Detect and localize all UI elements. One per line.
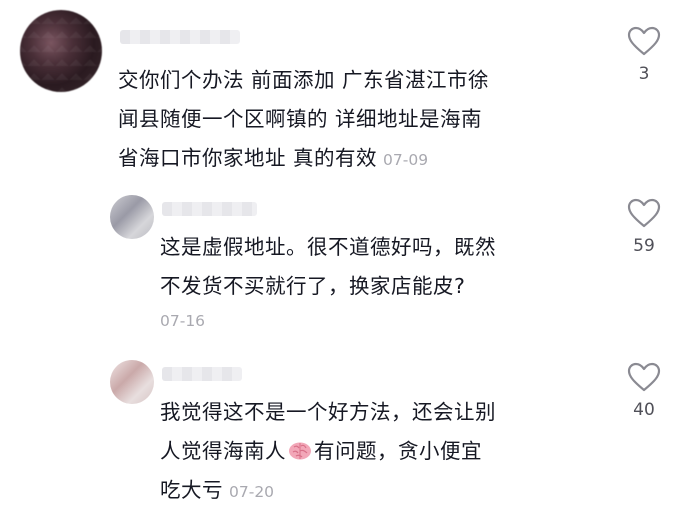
heart-outline-icon <box>627 198 661 228</box>
like-button[interactable]: 40 <box>614 362 674 420</box>
reply-avatar[interactable] <box>110 195 154 239</box>
comment-text: 交你们个办法 前面添加 广东省湛江市徐 闻县随便一个区啊镇的 详细地址是海南 省… <box>118 68 490 170</box>
heart-outline-icon <box>627 362 661 392</box>
like-count: 40 <box>633 400 655 420</box>
reply-text: 我觉得这不是一个好方法，还会让别 人觉得海南人 有问题，贪小便宜 吃大亏 07-2… <box>160 400 496 502</box>
reply-date: 07-20 <box>229 483 275 501</box>
comment-date: 07-09 <box>383 151 429 169</box>
commenter-name-blurred[interactable] <box>120 30 240 44</box>
heart-outline-icon <box>627 26 661 56</box>
reply-name-blurred[interactable] <box>162 367 242 381</box>
commenter-avatar[interactable] <box>20 10 102 92</box>
reply-date: 07-16 <box>160 312 206 330</box>
like-count: 3 <box>638 64 650 84</box>
reply-avatar[interactable] <box>110 360 154 404</box>
reply-text: 这是虚假地址。很不道德好吗，既然 不发货不买就行了，换家店能皮? <box>160 235 496 298</box>
like-button[interactable]: 59 <box>614 198 674 256</box>
like-button[interactable]: 3 <box>614 26 674 84</box>
like-count: 59 <box>633 236 655 256</box>
brain-emoji-icon <box>289 442 311 460</box>
reply-name-blurred[interactable] <box>162 202 257 216</box>
